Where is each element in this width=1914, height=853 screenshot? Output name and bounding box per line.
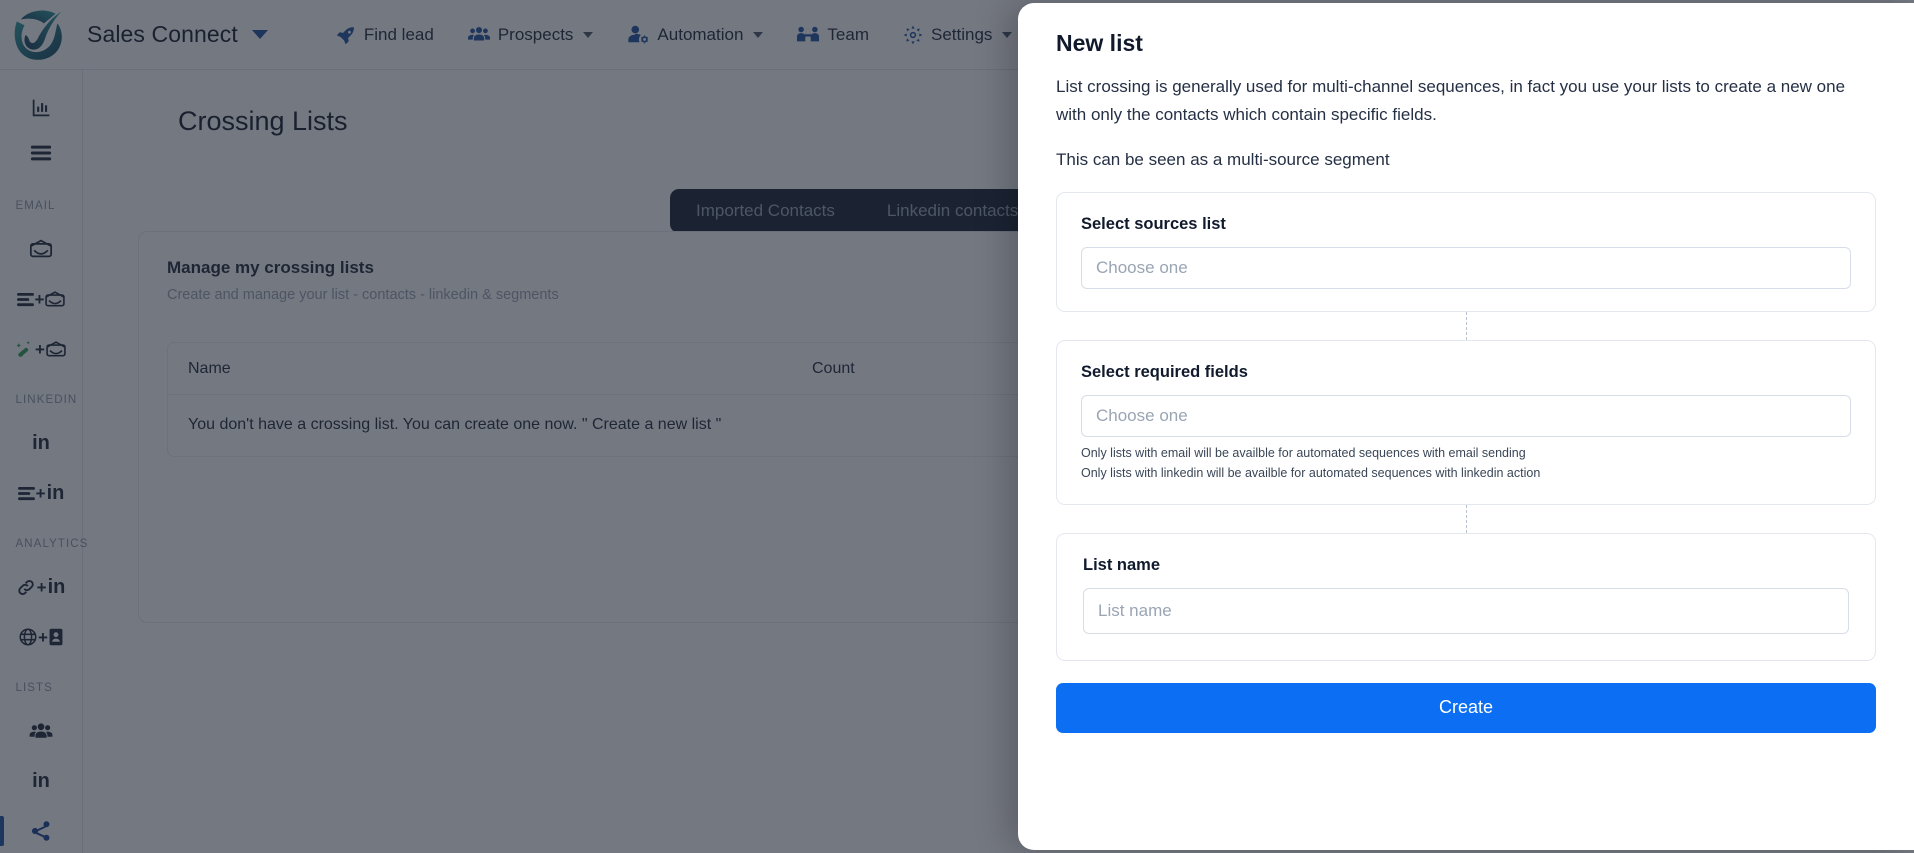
create-button[interactable]: Create (1056, 682, 1876, 733)
fields-hint-linkedin: Only lists with linkedin will be availbl… (1081, 465, 1541, 480)
step-select-required-fields: Select required fields Only lists with e… (1056, 339, 1876, 505)
step-label-fields: Select required fields (1081, 362, 1248, 381)
drawer-description-1: List crossing is generally used for mult… (1056, 77, 1846, 124)
step-select-sources-list: Select sources list (1056, 191, 1876, 312)
new-list-drawer: New list List crossing is generally used… (1018, 3, 1914, 850)
required-fields-select-input[interactable] (1081, 394, 1851, 437)
step-connector-2 (1056, 504, 1876, 533)
fields-hint-email: Only lists with email will be availble f… (1081, 445, 1526, 460)
step-connector-1 (1056, 311, 1876, 340)
drawer-description-2: This can be seen as a multi-source segme… (1056, 150, 1390, 170)
step-label-list-name: List name (1083, 555, 1161, 574)
step-label-sources: Select sources list (1081, 214, 1226, 233)
list-name-input[interactable] (1083, 587, 1849, 634)
sources-list-select-input[interactable] (1081, 246, 1851, 289)
drawer-title: New list (1056, 30, 1143, 56)
step-list-name: List name (1056, 532, 1876, 661)
